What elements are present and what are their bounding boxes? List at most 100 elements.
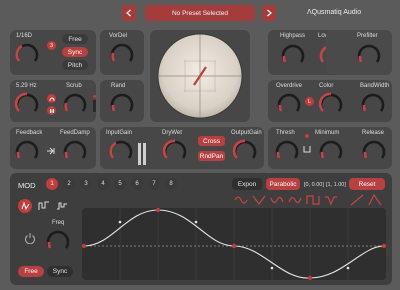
vordel-knob[interactable] <box>109 41 135 67</box>
range-start: [0, 0.00] <box>304 182 324 188</box>
vordel-panel: VorDel <box>100 30 144 75</box>
time-value: 1/16D <box>16 33 33 39</box>
prefilter-knob[interactable] <box>356 42 382 68</box>
free-button[interactable]: Free <box>62 34 88 44</box>
expon-button[interactable]: Expon <box>232 178 262 190</box>
brand-logo: ΛQusmatiq Audio <box>307 9 362 16</box>
input-meter-right <box>143 143 146 165</box>
next-preset-button[interactable] <box>262 5 276 21</box>
freq-knob[interactable] <box>45 228 71 254</box>
feeddamp-label: FeedDamp <box>60 130 90 136</box>
mod-slot-7[interactable]: 7 <box>148 178 160 190</box>
overdrive-knob[interactable] <box>276 91 302 117</box>
mix-panel: InputGain DryWet Cross RndPan OutputGain <box>100 127 264 169</box>
shape-wave-icon[interactable] <box>288 194 302 206</box>
mod-slot-3[interactable]: 3 <box>80 178 92 190</box>
release-label: Release <box>362 130 385 136</box>
mod-title: MOD <box>18 181 36 190</box>
thresh-knob[interactable] <box>274 138 300 164</box>
pitch-button[interactable]: Pitch <box>62 60 88 70</box>
lfo-curve-display <box>81 207 387 281</box>
gate-mode-icon[interactable] <box>303 145 311 153</box>
shape-triangle-icon[interactable] <box>252 194 266 206</box>
overdrive-label: Overdrive <box>276 83 303 89</box>
mod-slot-1[interactable]: 1 <box>46 178 58 190</box>
drywet-label: DryWet <box>162 130 182 136</box>
color-label: Color <box>319 83 334 89</box>
prefilter-panel: Prefilter <box>326 30 392 75</box>
time-knob[interactable] <box>14 41 40 67</box>
minimum-label: Minimum <box>315 130 340 136</box>
prev-preset-button[interactable] <box>122 5 136 21</box>
rate-value: 5.29 Hz <box>16 83 37 89</box>
preset-selector[interactable]: No Preset Selected <box>145 5 255 21</box>
drive-panel: Overdrive Color BandWidth L <box>268 80 392 122</box>
link-badge[interactable]: L <box>305 97 314 106</box>
power-icon[interactable] <box>24 232 36 244</box>
link-icon <box>49 97 54 101</box>
gate-led <box>305 134 309 138</box>
scrub-label: Scrub <box>66 83 82 89</box>
feedback-panel: Feedback FeedDamp <box>10 127 96 169</box>
shape-sine-icon[interactable] <box>234 194 248 206</box>
rndpan-button[interactable]: RndPan <box>198 151 225 161</box>
chevron-right-icon <box>267 9 272 17</box>
mod-slot-4[interactable]: 4 <box>97 178 109 190</box>
outputgain-label: OutputGain <box>231 130 262 136</box>
drywet-knob[interactable] <box>162 138 188 164</box>
rand-knob[interactable] <box>109 91 135 117</box>
mod-slot-6[interactable]: 6 <box>131 178 143 190</box>
highpass-knob[interactable] <box>280 42 306 68</box>
scrub-knob[interactable] <box>62 91 88 117</box>
mod-sync-button[interactable]: Sync <box>47 266 73 277</box>
highpass-label: Highpass <box>280 33 306 39</box>
shape-notch-icon[interactable] <box>324 194 338 206</box>
rand-label: Rand <box>111 83 126 89</box>
prefilter-label: Prefilter <box>357 33 378 39</box>
parabolic-button[interactable]: Parabolic <box>266 178 300 190</box>
mod-free-button[interactable]: Free <box>18 266 44 277</box>
reset-button[interactable]: Reset <box>349 178 385 190</box>
rate-panel: 5.29 Hz Scrub <box>10 80 96 122</box>
delay-time-panel: 1/16D 3 Free Sync Pitch <box>10 30 96 75</box>
minimum-knob[interactable] <box>318 138 344 164</box>
mod-slot-2[interactable]: 2 <box>63 178 75 190</box>
feedback-label: Feedback <box>16 130 43 136</box>
lfo-curve-editor[interactable] <box>81 207 387 281</box>
feedback-route-icon[interactable] <box>46 146 56 156</box>
step-mode-icon[interactable] <box>38 201 50 211</box>
bandwidth-label: BandWidth <box>360 83 390 89</box>
gate-panel: Thresh Minimum Release <box>268 127 392 169</box>
shape-ramp-down-icon[interactable] <box>368 194 382 206</box>
rate-mode-icon[interactable] <box>47 94 56 103</box>
shape-cosine-icon[interactable] <box>270 194 284 206</box>
inputgain-label: InputGain <box>106 130 133 136</box>
chevron-left-icon <box>126 9 131 17</box>
inputgain-knob[interactable] <box>108 138 134 164</box>
thresh-label: Thresh <box>276 130 295 136</box>
cross-button[interactable]: Cross <box>198 136 225 146</box>
feeddamp-knob[interactable] <box>62 138 88 164</box>
rate-knob[interactable] <box>14 91 40 117</box>
color-knob[interactable] <box>318 91 344 117</box>
bandwidth-knob[interactable] <box>360 91 386 117</box>
release-knob[interactable] <box>361 138 387 164</box>
sync-count-badge: 3 <box>47 41 56 50</box>
mod-slot-8[interactable]: 8 <box>165 178 177 190</box>
feedback-knob[interactable] <box>14 138 40 164</box>
random-mode-icon[interactable] <box>56 201 68 211</box>
shape-square-icon[interactable] <box>306 194 320 206</box>
indicator-dot <box>93 95 96 98</box>
outputgain-knob[interactable] <box>232 138 258 164</box>
stereo-scope <box>150 30 250 122</box>
envelope-mode-button[interactable] <box>18 199 32 213</box>
shape-ramp-up-icon[interactable] <box>350 194 364 206</box>
range-end: [1, 1.00] <box>326 182 346 188</box>
scrub-meter <box>93 100 96 112</box>
vordel-label: VorDel <box>109 33 128 39</box>
mod-slot-5[interactable]: 5 <box>114 178 126 190</box>
pause-icon[interactable] <box>47 106 56 115</box>
sync-button[interactable]: Sync <box>62 47 88 57</box>
envelope-icon <box>21 202 29 210</box>
input-meter-left <box>138 143 141 165</box>
